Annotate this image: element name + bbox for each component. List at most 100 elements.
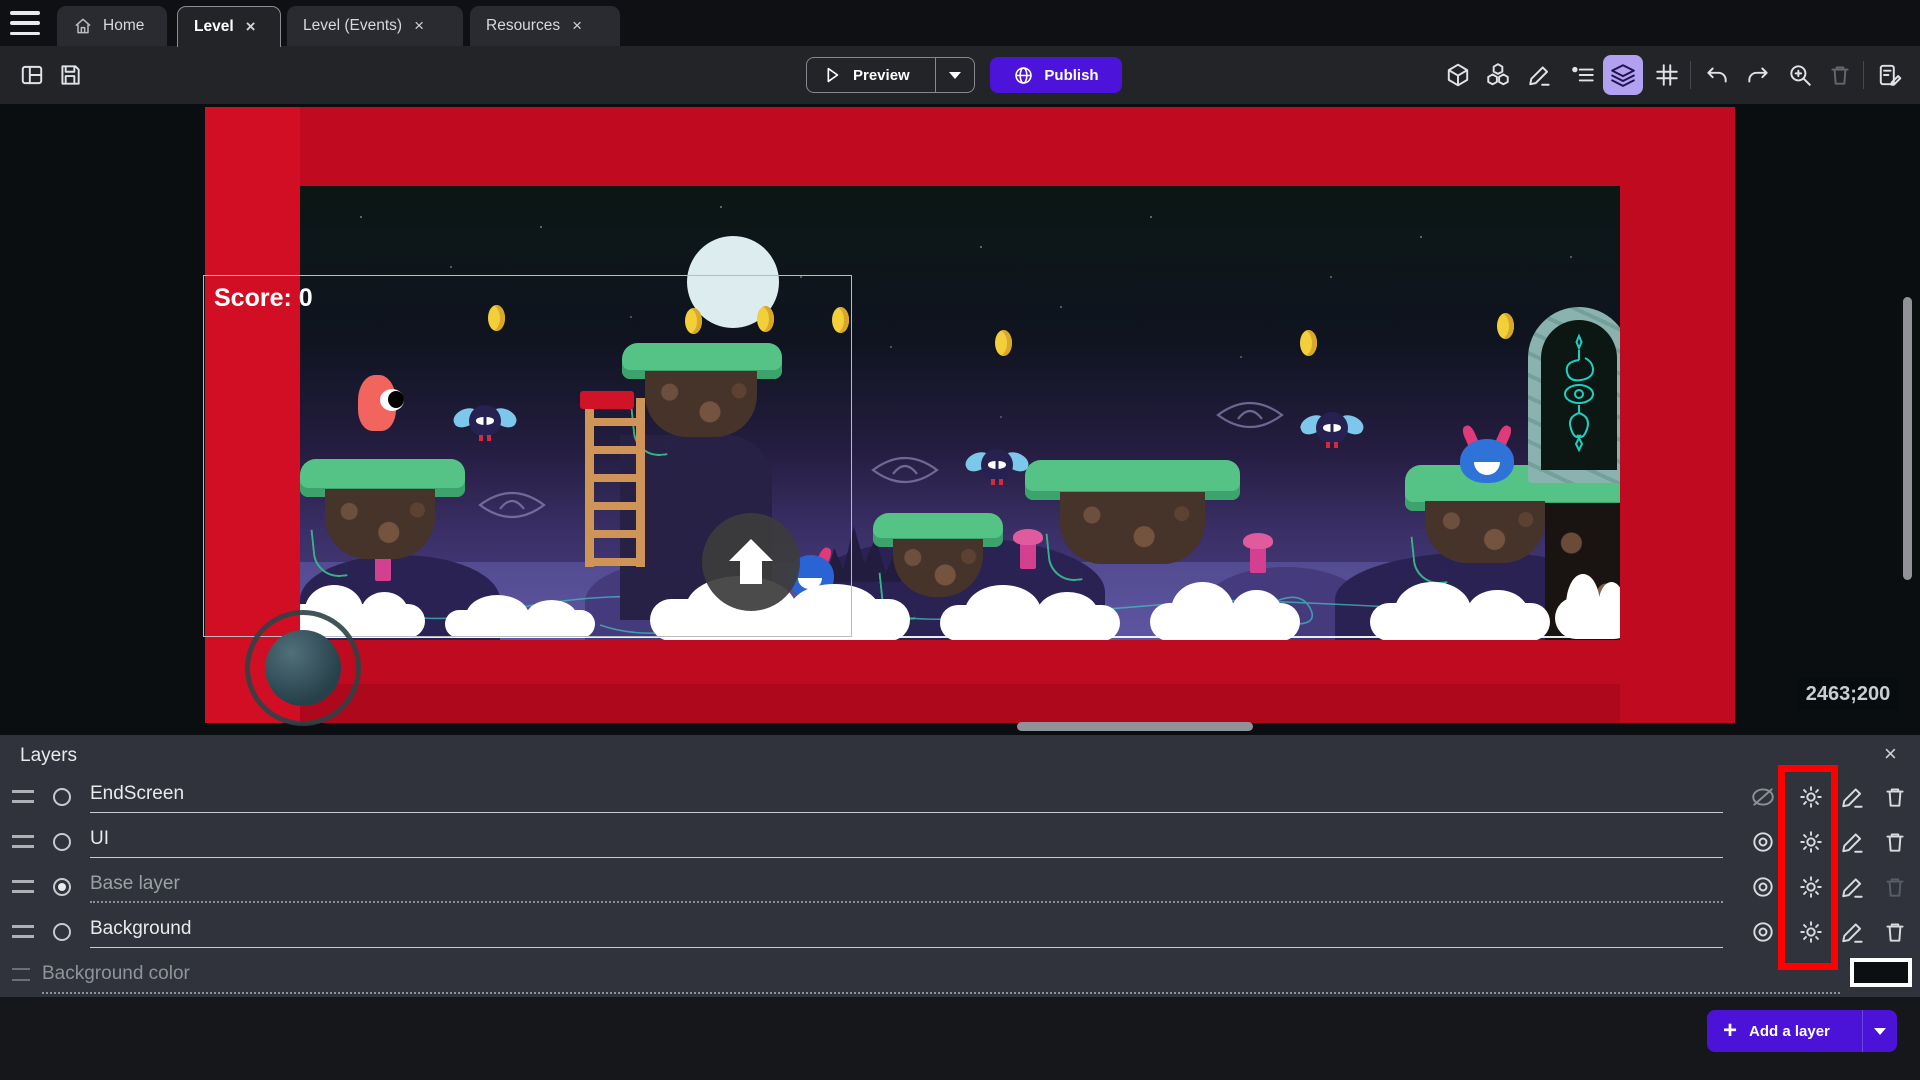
layer-rename-button[interactable] <box>1840 829 1866 855</box>
chevron-down-icon <box>1874 1028 1886 1035</box>
close-icon[interactable]: × <box>1884 741 1897 767</box>
object-cube-icon[interactable] <box>1438 55 1478 95</box>
save-icon[interactable] <box>50 55 90 95</box>
trash-icon <box>1820 55 1860 95</box>
drag-handle-icon[interactable] <box>12 880 34 893</box>
layer-delete-button[interactable] <box>1882 784 1908 810</box>
layer-rename-button[interactable] <box>1840 919 1866 945</box>
portal-ornament <box>1549 330 1609 460</box>
tab-label: Resources <box>486 17 560 35</box>
hamburger-menu-icon[interactable] <box>10 11 40 35</box>
preview-button[interactable]: Preview <box>806 57 975 93</box>
layer-delete-button <box>1882 874 1908 900</box>
redo-icon[interactable] <box>1738 55 1778 95</box>
undo-icon[interactable] <box>1697 55 1737 95</box>
layers-icon[interactable] <box>1603 55 1643 95</box>
zoom-in-icon[interactable] <box>1780 55 1820 95</box>
tab-home[interactable]: Home × <box>57 6 167 46</box>
edit-pencil-icon[interactable] <box>1520 55 1560 95</box>
portal-inner <box>1541 320 1617 470</box>
tab-label: Level <box>194 18 234 36</box>
layer-select-radio[interactable] <box>53 878 71 896</box>
tab-close-icon[interactable]: × <box>412 16 426 36</box>
layer-name-input[interactable]: Background <box>90 918 1723 948</box>
horizontal-scrollbar[interactable] <box>1017 722 1253 731</box>
layer-effects-button[interactable] <box>1798 874 1824 900</box>
layers-panel: Layers × EndScreen UI <box>0 735 1920 997</box>
layer-delete-button[interactable] <box>1882 829 1908 855</box>
panels-icon[interactable] <box>12 55 52 95</box>
score-text-object[interactable]: Score: 0 <box>214 284 313 313</box>
layer-name-input[interactable]: Base layer <box>90 873 1723 903</box>
layer-name-input[interactable]: EndScreen <box>90 783 1723 813</box>
bat-enemy-object[interactable] <box>965 447 1029 491</box>
layer-effects-button[interactable] <box>1798 919 1824 945</box>
layers-panel-title: Layers <box>20 745 77 767</box>
toolbar-divider <box>1690 61 1691 89</box>
bat-enemy-object[interactable] <box>1300 410 1364 454</box>
layer-name-input[interactable]: UI <box>90 828 1723 858</box>
joystick-control-object[interactable] <box>245 610 361 726</box>
background-color-underline <box>42 992 1840 994</box>
layer-row: Background <box>0 910 1920 955</box>
add-layer-label: Add a layer <box>1749 1023 1830 1040</box>
platform-object[interactable] <box>1025 460 1240 590</box>
red-frame-top <box>205 107 1735 186</box>
preview-dropdown[interactable] <box>936 72 974 79</box>
layer-select-radio[interactable] <box>53 923 71 941</box>
background-color-swatch[interactable] <box>1850 958 1912 987</box>
tab-close-icon[interactable]: × <box>244 17 258 37</box>
layer-select-radio[interactable] <box>53 788 71 806</box>
toolbar-divider <box>1863 61 1864 89</box>
tab-level[interactable]: Level × <box>177 6 281 47</box>
add-layer-dropdown[interactable] <box>1863 1028 1897 1035</box>
layer-visibility-toggle[interactable] <box>1750 784 1776 810</box>
joystick-knob <box>265 630 341 706</box>
layer-visibility-toggle[interactable] <box>1750 919 1776 945</box>
tab-bar: Home × Level × Level (Events) × Resource… <box>0 0 1920 46</box>
layer-effects-button[interactable] <box>1798 784 1824 810</box>
layer-visibility-toggle[interactable] <box>1750 874 1776 900</box>
horned-monster-object[interactable] <box>1460 425 1514 483</box>
vertical-scrollbar[interactable] <box>1903 297 1912 580</box>
tab-label: Home <box>103 17 144 35</box>
background-color-label: Background color <box>42 963 190 985</box>
play-icon <box>821 64 843 86</box>
layer-delete-button[interactable] <box>1882 919 1908 945</box>
add-layer-button[interactable]: + Add a layer <box>1707 1010 1897 1052</box>
tab-resources[interactable]: Resources × <box>470 6 620 46</box>
red-frame-bottom <box>205 640 1735 723</box>
layer-rename-button[interactable] <box>1840 784 1866 810</box>
publish-label: Publish <box>1044 67 1098 84</box>
layer-visibility-toggle[interactable] <box>1750 829 1776 855</box>
objects-list-icon[interactable] <box>1563 55 1603 95</box>
portal-arch-object[interactable] <box>1528 307 1630 483</box>
drag-handle-icon[interactable] <box>12 925 34 938</box>
home-icon <box>73 16 93 36</box>
instances-cubes-icon[interactable] <box>1478 55 1518 95</box>
jump-button-object[interactable] <box>702 513 800 611</box>
scene-canvas[interactable]: Score: 0 2463;200 <box>0 104 1920 735</box>
background-color-row: Background color <box>0 955 1920 995</box>
scene-events-icon[interactable] <box>1870 55 1910 95</box>
chevron-down-icon <box>949 72 961 79</box>
red-frame-right <box>1620 107 1735 723</box>
layer-select-radio[interactable] <box>53 833 71 851</box>
layer-rename-button[interactable] <box>1840 874 1866 900</box>
grid-icon[interactable] <box>1647 55 1687 95</box>
layer-row: UI <box>0 820 1920 865</box>
cursor-coordinates-badge: 2463;200 <box>1798 678 1898 710</box>
drag-handle-icon[interactable] <box>12 835 34 848</box>
layer-rows: EndScreen UI Bas <box>0 775 1920 955</box>
plus-icon: + <box>1723 1017 1737 1045</box>
drag-handle-icon <box>12 968 30 981</box>
tab-level-events[interactable]: Level (Events) × <box>287 6 463 46</box>
globe-icon <box>1013 65 1034 86</box>
preview-label: Preview <box>853 67 910 84</box>
tab-close-icon[interactable]: × <box>570 16 584 36</box>
layer-row: Base layer <box>0 865 1920 910</box>
layer-effects-button[interactable] <box>1798 829 1824 855</box>
drag-handle-icon[interactable] <box>12 790 34 803</box>
publish-button[interactable]: Publish <box>990 57 1122 93</box>
layer-row: EndScreen <box>0 775 1920 820</box>
